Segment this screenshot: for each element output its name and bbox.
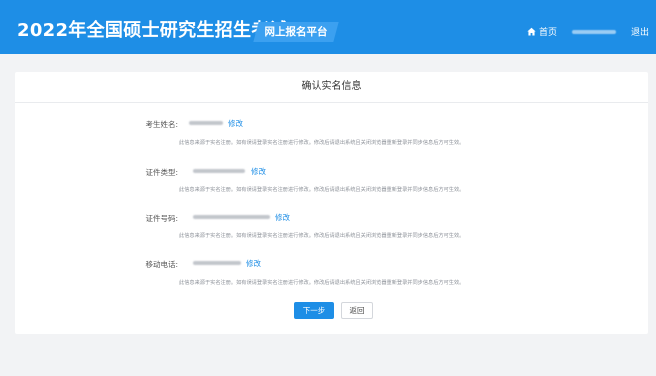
mobile-value-redacted <box>193 261 241 265</box>
id-type-value-redacted <box>193 169 245 173</box>
id-number-value-redacted <box>193 215 270 219</box>
row-label-mobile: 移动电话: <box>145 260 178 269</box>
platform-tag: 网上报名平台 <box>253 22 339 42</box>
card-title: 确认实名信息 <box>301 81 362 92</box>
row-note-mobile: 此信息来源于实名注册。如有误请登录实名注册进行修改。修改后请退出系统且关闭浏览器… <box>179 280 465 286</box>
row-note-id-type: 此信息来源于实名注册。如有误请登录实名注册进行修改。修改后请退出系统且关闭浏览器… <box>179 187 465 193</box>
nav-home-link[interactable]: 首页 <box>527 25 557 38</box>
nav-logout-link[interactable]: 退出 <box>631 25 649 38</box>
home-icon <box>527 27 536 36</box>
edit-name-link[interactable]: 修改 <box>228 118 243 129</box>
name-value-redacted <box>189 121 223 125</box>
edit-mobile-link[interactable]: 修改 <box>246 258 261 269</box>
site-title: 2022年全国硕士研究生招生考试 <box>17 20 288 41</box>
user-name-redacted <box>572 30 616 34</box>
confirm-info-card: 确认实名信息 考生姓名: 修改 此信息来源于实名注册。如有误请登录实名注册进行修… <box>15 72 648 334</box>
top-header: 2022年全国硕士研究生招生考试 网上报名平台 首页 退出 <box>0 0 656 54</box>
next-button[interactable]: 下一步 <box>294 302 334 319</box>
row-label-id-type: 证件类型: <box>145 168 178 177</box>
row-note-id-number: 此信息来源于实名注册。如有误请登录实名注册进行修改。修改后请退出系统且关闭浏览器… <box>179 233 465 239</box>
row-label-id-number: 证件号码: <box>145 214 178 223</box>
card-divider <box>15 102 648 103</box>
row-note-name: 此信息来源于实名注册。如有误请登录实名注册进行修改。修改后请退出系统且关闭浏览器… <box>179 140 465 146</box>
back-button[interactable]: 返回 <box>341 302 373 319</box>
edit-id-type-link[interactable]: 修改 <box>251 166 266 177</box>
row-label-name: 考生姓名: <box>145 120 178 129</box>
nav-home-label: 首页 <box>539 28 558 38</box>
edit-id-number-link[interactable]: 修改 <box>275 212 290 223</box>
platform-tag-label: 网上报名平台 <box>264 26 328 38</box>
